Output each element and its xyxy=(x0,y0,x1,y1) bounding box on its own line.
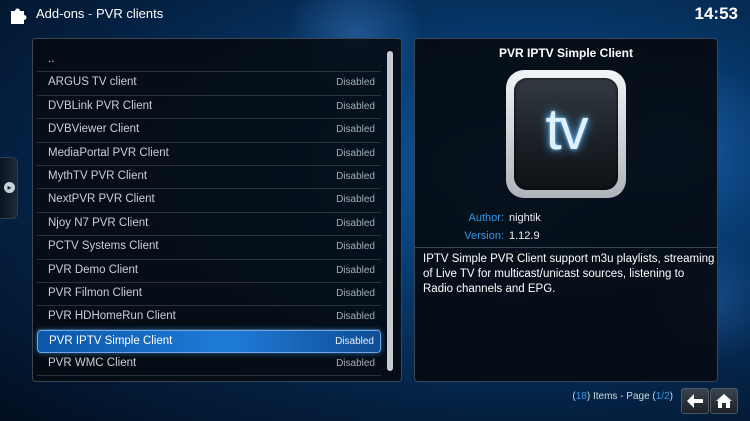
parent-folder-item[interactable]: .. xyxy=(37,49,381,73)
scrollbar-thumb[interactable] xyxy=(387,51,393,371)
list-item-label: DVBLink PVR Client xyxy=(48,99,153,112)
list-item-label: NextPVR PVR Client xyxy=(48,193,155,206)
addon-info-title: PVR IPTV Simple Client xyxy=(498,46,634,60)
list-item-label: PVR Filmon Client xyxy=(48,286,142,299)
list-item[interactable]: PVR Demo Client Disabled xyxy=(37,260,381,283)
list-item[interactable]: MediaPortal PVR Client Disabled xyxy=(37,143,381,166)
list-item-label: DVBViewer Client xyxy=(48,123,140,136)
home-button[interactable] xyxy=(710,388,738,414)
page-indicator: 1/2 xyxy=(655,391,670,402)
list-item-label: MediaPortal PVR Client xyxy=(48,146,169,159)
page-close: ) xyxy=(669,391,673,402)
list-item[interactable]: PVR IPTV Simple Client Disabled xyxy=(37,329,381,354)
list-item[interactable]: DVBLink PVR Client Disabled xyxy=(37,96,381,120)
list-item[interactable]: Njoy N7 PVR Client Disabled xyxy=(37,213,381,237)
list-item[interactable]: PVR WMC Client Disabled xyxy=(37,353,381,377)
list-item-label: PVR IPTV Simple Client xyxy=(49,334,173,347)
list-item-label: .. xyxy=(48,53,55,65)
header-section: Add-ons xyxy=(36,6,85,21)
list-item-status: Disabled xyxy=(336,241,375,253)
info-divider xyxy=(415,247,717,248)
header-separator: - xyxy=(88,6,93,21)
home-icon xyxy=(716,394,732,408)
count-close: ) Items - Page ( xyxy=(586,391,656,402)
list-item[interactable]: DVBViewer Client Disabled xyxy=(37,119,381,143)
list-item-label: PVR WMC Client xyxy=(48,357,137,370)
list-item[interactable]: MythTV PVR Client Disabled xyxy=(37,166,381,190)
addon-icon-face: tv xyxy=(514,78,618,190)
chevron-right-icon: ▸ xyxy=(4,182,15,193)
list-item-status: Disabled xyxy=(336,264,375,276)
list-item-status: Disabled xyxy=(336,194,375,206)
list-item-label: PVR HDHomeRun Client xyxy=(48,310,176,323)
addon-info-panel: PVR IPTV Simple Client tv Author: nighti… xyxy=(414,38,718,382)
addon-tv-icon: tv xyxy=(506,70,626,198)
back-button[interactable] xyxy=(681,388,709,414)
list-item[interactable]: PCTV Systems Client Disabled xyxy=(37,236,381,260)
list-item-label: PVR Demo Client xyxy=(48,263,139,276)
list-item-status: Disabled xyxy=(336,287,375,299)
addon-list-panel: .. ARGUS TV client Disabled DVBLink PVR Cli… xyxy=(32,38,402,382)
list-item-status: Disabled xyxy=(336,77,375,89)
addons-icon xyxy=(8,3,30,25)
list-item-label: Njoy N7 PVR Client xyxy=(48,216,149,229)
list-item-status: Disabled xyxy=(336,311,375,323)
addon-description: IPTV Simple PVR Client support m3u playl… xyxy=(423,253,715,295)
scrollbar[interactable] xyxy=(385,51,395,371)
item-count: 18 xyxy=(575,391,587,402)
list-item[interactable]: PVR HDHomeRun Client Disabled xyxy=(37,306,381,330)
side-menu-tab[interactable]: ▸ xyxy=(0,157,18,219)
list-item[interactable]: ARGUS TV client Disabled xyxy=(37,72,381,96)
author-value: nightik xyxy=(509,212,541,224)
list-item[interactable]: NextPVR PVR Client Disabled xyxy=(37,189,381,213)
addon-list: .. ARGUS TV client Disabled DVBLink PVR Cli… xyxy=(37,49,381,377)
author-label: Author: xyxy=(468,212,504,224)
list-item-status: Disabled xyxy=(336,358,375,370)
list-item[interactable]: PVR Filmon Client Disabled xyxy=(37,283,381,307)
clock: 14:53 xyxy=(694,4,738,23)
list-item-label: PCTV Systems Client xyxy=(48,240,159,253)
addon-icon-text: tv xyxy=(545,97,588,162)
version-label: Version: xyxy=(464,230,504,242)
list-item-status: Disabled xyxy=(335,335,374,347)
header-title-text: PVR clients xyxy=(96,6,164,21)
list-item-label: ARGUS TV client xyxy=(48,76,137,89)
list-item-status: Disabled xyxy=(336,100,375,112)
item-count-status: (18) Items - Page (1/2) xyxy=(572,391,673,402)
list-item-status: Disabled xyxy=(336,147,375,159)
back-arrow-icon xyxy=(687,394,703,408)
version-value: 1.12.9 xyxy=(509,230,540,242)
header-bar: Add-ons - PVR clients 14:53 xyxy=(0,0,750,28)
list-item-status: Disabled xyxy=(336,124,375,136)
list-item-status: Disabled xyxy=(336,170,375,182)
list-item-label: MythTV PVR Client xyxy=(48,169,148,182)
list-item-status: Disabled xyxy=(336,217,375,229)
page-title: Add-ons - PVR clients xyxy=(36,6,163,21)
